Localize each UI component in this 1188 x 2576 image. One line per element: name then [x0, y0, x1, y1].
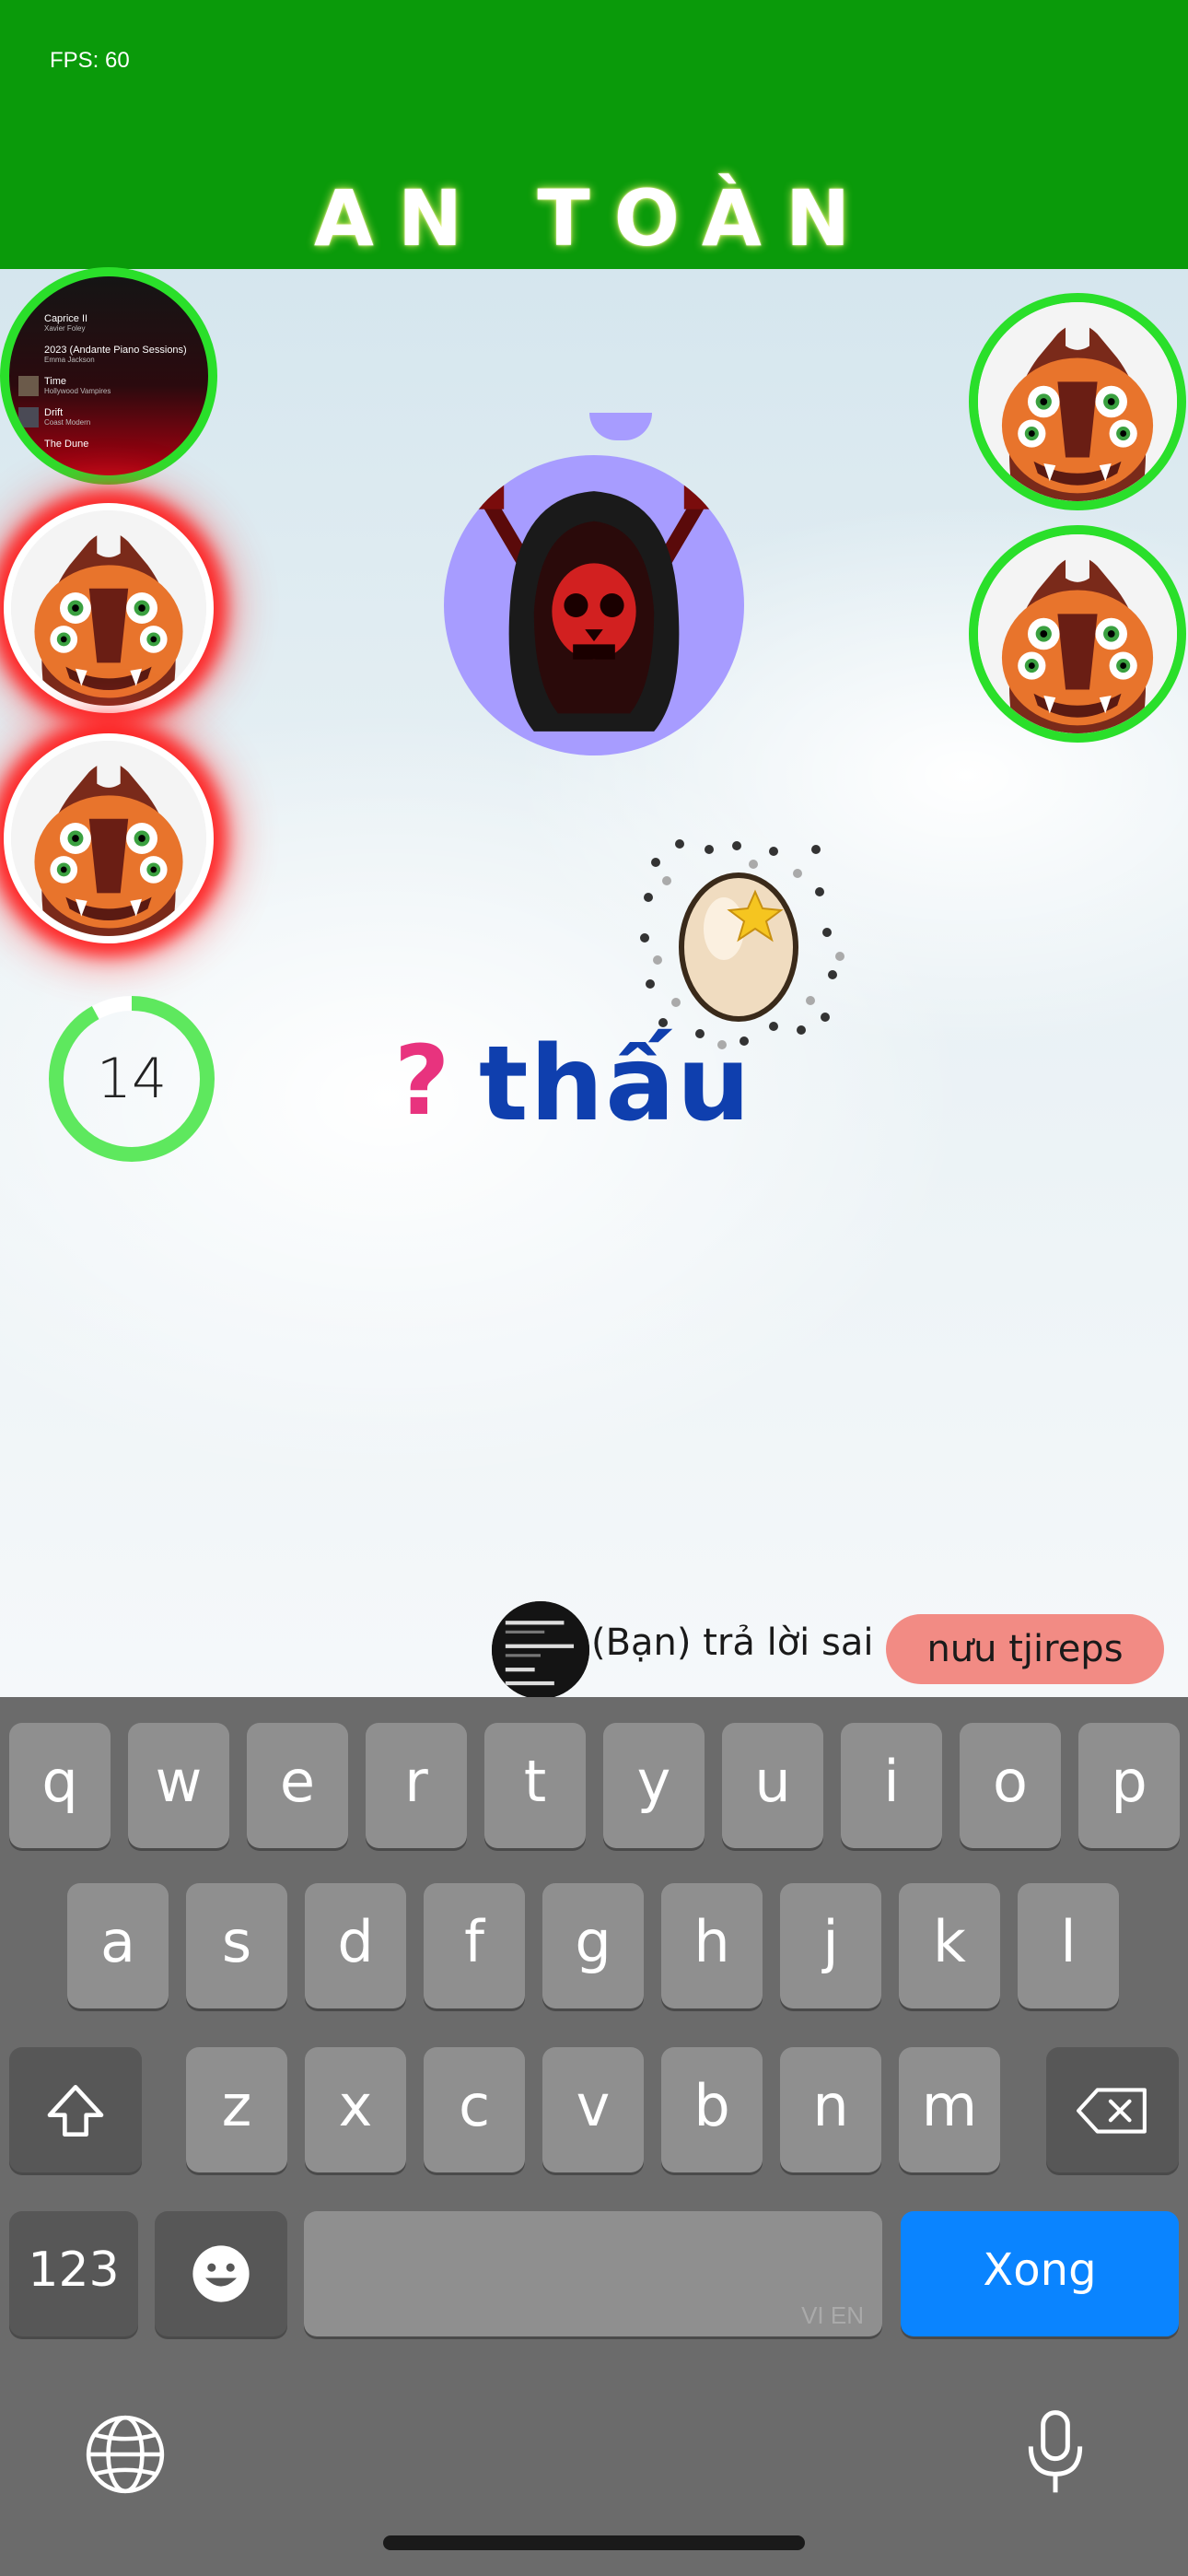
emoji-key[interactable]: [155, 2211, 287, 2336]
own-player-avatar: [492, 1601, 589, 1699]
player-avatar-danger[interactable]: [4, 503, 214, 713]
language-hint: VI EN: [801, 2301, 864, 2329]
player-avatar-safe[interactable]: [969, 293, 1186, 510]
current-player-avatar: [444, 455, 744, 755]
key-f[interactable]: f: [424, 1883, 525, 2008]
key-c[interactable]: c: [424, 2047, 525, 2172]
key-z[interactable]: z: [186, 2047, 287, 2172]
key-d[interactable]: d: [305, 1883, 406, 2008]
key-j[interactable]: j: [780, 1883, 881, 2008]
shift-key[interactable]: [9, 2047, 142, 2172]
fps-counter: FPS: 60: [50, 48, 130, 73]
playlist-thumbnail-icon: [492, 1601, 589, 1699]
player-avatar-playlist[interactable]: Caprice II Xavier Foley 2023 (Andante Pi…: [0, 267, 217, 485]
monster-face-icon: [978, 302, 1177, 501]
key-t[interactable]: t: [484, 1723, 586, 1848]
key-l[interactable]: l: [1018, 1883, 1119, 2008]
home-indicator[interactable]: [383, 2535, 805, 2550]
playlist-row: Caprice II Xavier Foley: [44, 313, 88, 333]
monster-face-icon: [11, 741, 206, 936]
key-v[interactable]: v: [542, 2047, 644, 2172]
numbers-key[interactable]: 123: [9, 2211, 138, 2336]
key-w[interactable]: w: [128, 1723, 229, 1848]
space-key[interactable]: VI EN: [304, 2211, 882, 2336]
globe-icon[interactable]: [83, 2412, 168, 2497]
round-status-title: AN TOÀN: [313, 173, 875, 263]
player-avatar-danger[interactable]: [4, 733, 214, 943]
key-k[interactable]: k: [899, 1883, 1000, 2008]
prompt-syllable: thấu: [479, 1025, 752, 1144]
shift-icon: [47, 2085, 104, 2137]
key-y[interactable]: y: [603, 1723, 705, 1848]
on-screen-keyboard: q w e r t y u i o p a s d f g h j k l z …: [0, 1697, 1188, 2576]
key-i[interactable]: i: [841, 1723, 942, 1848]
status-header: FPS: 60 AN TOÀN: [0, 0, 1188, 269]
key-b[interactable]: b: [661, 2047, 763, 2172]
hooded-skull-icon: [473, 485, 715, 732]
backspace-key[interactable]: [1046, 2047, 1179, 2172]
key-a[interactable]: a: [67, 1883, 169, 2008]
countdown-timer-value: 14: [96, 1047, 168, 1111]
key-h[interactable]: h: [661, 1883, 763, 2008]
key-m[interactable]: m: [899, 2047, 1000, 2172]
backspace-icon: [1077, 2088, 1147, 2134]
emoji-icon: [192, 2245, 250, 2302]
key-u[interactable]: u: [722, 1723, 823, 1848]
key-q[interactable]: q: [9, 1723, 111, 1848]
key-x[interactable]: x: [305, 2047, 406, 2172]
wrong-answer-pill: nưu tjireps: [886, 1614, 1164, 1684]
key-s[interactable]: s: [186, 1883, 287, 2008]
playlist-row: The Dune: [44, 439, 89, 450]
key-r[interactable]: r: [366, 1723, 467, 1848]
key-n[interactable]: n: [780, 2047, 881, 2172]
playlist-row: 2023 (Andante Piano Sessions) Emma Jacks…: [44, 345, 187, 364]
key-g[interactable]: g: [542, 1883, 644, 2008]
album-thumbnail: [18, 376, 39, 396]
playlist-row: Time Hollywood Vampires: [44, 376, 111, 395]
microphone-icon[interactable]: [1024, 2406, 1087, 2499]
monster-face-icon: [11, 510, 206, 706]
done-key[interactable]: Xong: [901, 2211, 1179, 2336]
playlist-row: Drift Coast Modern: [44, 407, 91, 427]
key-o[interactable]: o: [960, 1723, 1061, 1848]
key-e[interactable]: e: [247, 1723, 348, 1848]
key-p[interactable]: p: [1078, 1723, 1180, 1848]
question-mark: ?: [394, 1025, 450, 1137]
player-avatar-safe[interactable]: [969, 525, 1186, 743]
answer-feedback-text: (Bạn) trả lời sai: [591, 1622, 874, 1664]
monster-face-icon: [978, 534, 1177, 733]
album-thumbnail: [18, 407, 39, 427]
